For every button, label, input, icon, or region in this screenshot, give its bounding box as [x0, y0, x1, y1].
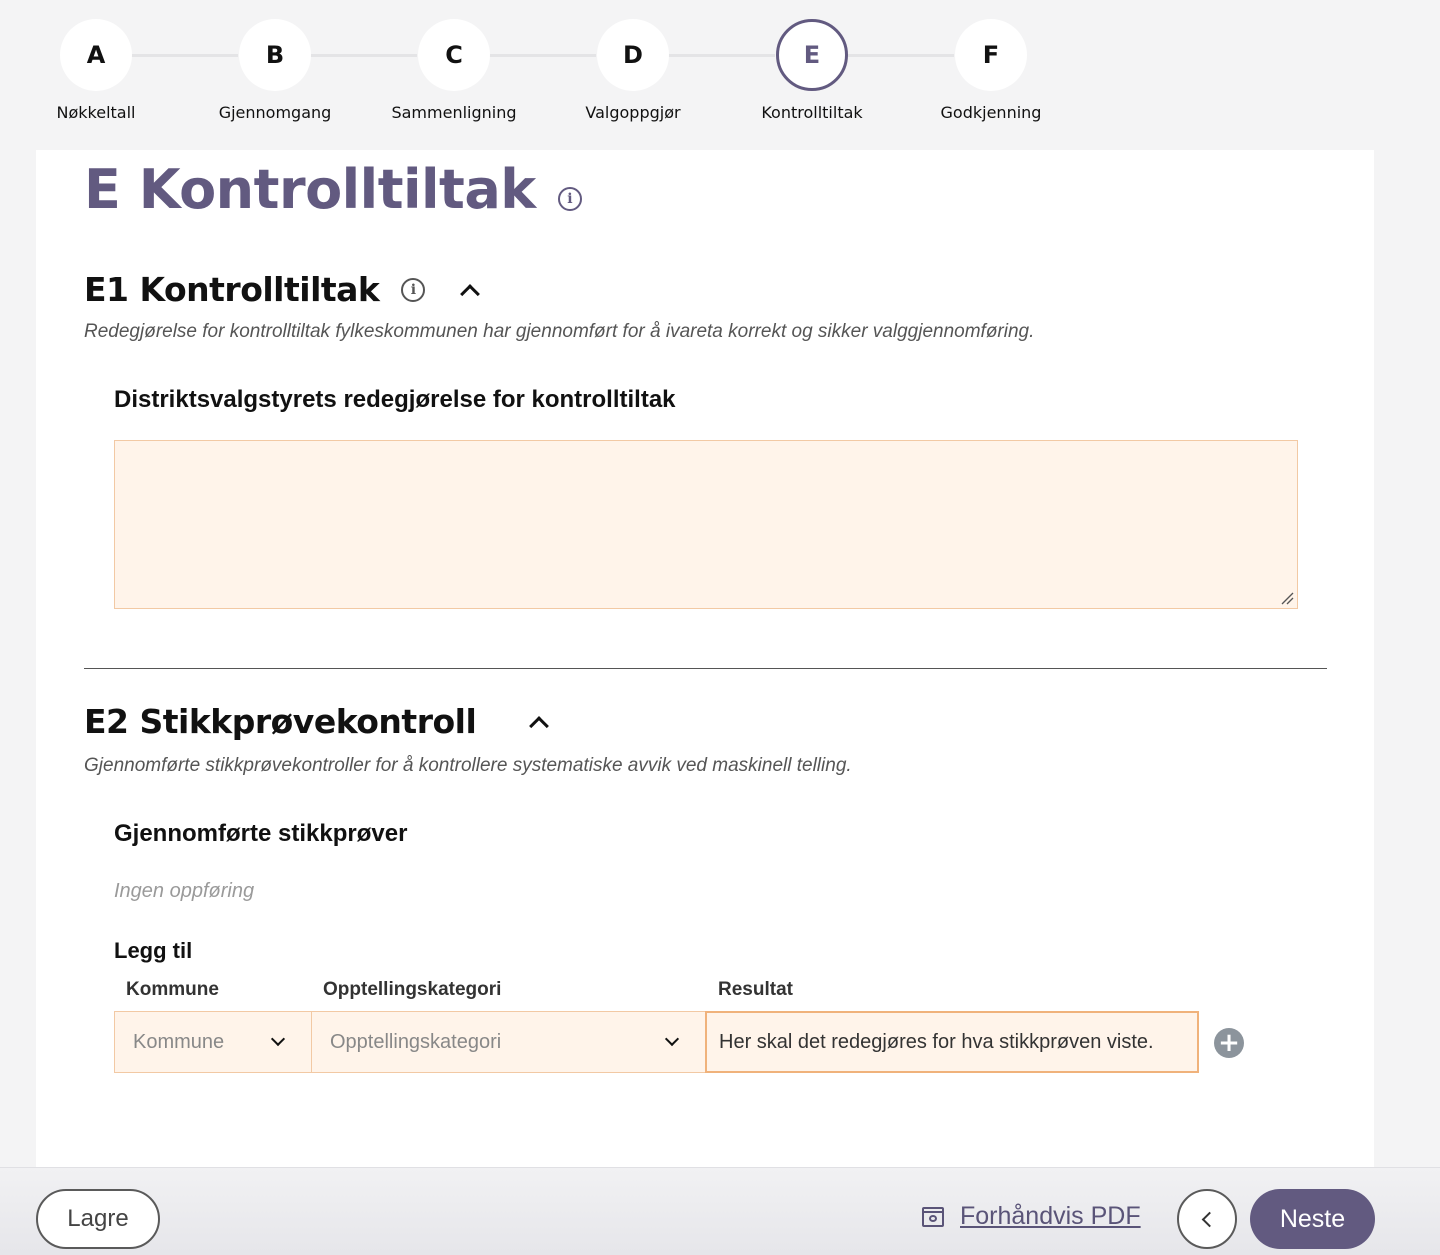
column-header-resultat: Resultat [718, 979, 793, 1000]
step-label: Sammenligning [391, 103, 517, 122]
step-label: Nøkkeltall [56, 103, 136, 122]
step-circle: A [60, 19, 132, 91]
section-e1-title: E1 Kontrolltiltak [84, 270, 380, 309]
step-label: Godkjenning [940, 103, 1042, 122]
chevron-down-icon [270, 1031, 286, 1047]
preview-pdf-link[interactable]: Forhåndvis PDF [922, 1202, 1141, 1231]
step-b[interactable]: B Gjennomgang [205, 19, 345, 122]
add-row-button[interactable]: + [1214, 1028, 1244, 1058]
step-label: Valgoppgjør [585, 103, 681, 122]
step-d[interactable]: D Valgoppgjør [563, 19, 703, 122]
info-icon[interactable]: i [401, 277, 426, 302]
column-header-kommune: Kommune [126, 979, 219, 1000]
section-e1-header: E1 Kontrolltiltak i [84, 270, 481, 309]
page-title-row: E Kontrolltiltak i [84, 158, 582, 221]
column-header-kategori: Opptellingskategori [323, 979, 502, 1000]
chevron-left-icon [1201, 1211, 1218, 1227]
section-e2-header: E2 Stikkprøvekontroll [84, 702, 550, 741]
step-circle-active: E [776, 19, 848, 91]
step-c[interactable]: C Sammenligning [384, 19, 524, 122]
info-icon[interactable]: i [557, 186, 582, 211]
page-title: E Kontrolltiltak [84, 158, 536, 221]
empty-state-text: Ingen oppføring [114, 880, 255, 902]
next-button[interactable]: Neste [1250, 1189, 1375, 1249]
section-e2-description: Gjennomførte stikkprøvekontroller for å … [84, 755, 852, 776]
step-label: Gjennomgang [218, 103, 332, 122]
kommune-select-value: Kommune [133, 1030, 225, 1053]
add-label: Legg til [114, 938, 193, 963]
step-circle: F [955, 19, 1027, 91]
kategori-select-value: Opptellingskategori [330, 1030, 502, 1053]
section-divider [84, 668, 1327, 669]
step-e[interactable]: E Kontrolltiltak [742, 19, 882, 122]
step-circle: D [597, 19, 669, 91]
section-e2-title: E2 Stikkprøvekontroll [84, 702, 477, 741]
kategori-select[interactable]: Opptellingskategori [311, 1011, 706, 1073]
resultat-input[interactable]: Her skal det redegjøres for hva stikkprø… [705, 1011, 1199, 1073]
resize-grip-icon[interactable] [1280, 591, 1294, 605]
content-card: E Kontrolltiltak i E1 Kontrolltiltak i R… [36, 150, 1374, 1170]
footer-bar: Lagre Forhåndvis PDF Neste [0, 1167, 1440, 1255]
kommune-select[interactable]: Kommune [114, 1011, 312, 1073]
preview-pdf-label: Forhåndvis PDF [960, 1202, 1141, 1230]
section-e1-description: Redegjørelse for kontrolltiltak fylkesko… [84, 321, 1035, 342]
step-f[interactable]: F Godkjenning [921, 19, 1061, 122]
back-button[interactable] [1177, 1189, 1237, 1249]
field-label: Distriktsvalgstyrets redegjørelse for ko… [114, 386, 676, 413]
list-label: Gjennomførte stikkprøver [114, 820, 408, 847]
kontrolltiltak-textarea[interactable] [114, 440, 1298, 609]
chevron-up-icon[interactable] [529, 715, 550, 736]
progress-stepper: A Nøkkeltall B Gjennomgang C Sammenligni… [0, 0, 1440, 150]
step-circle: C [418, 19, 490, 91]
save-button[interactable]: Lagre [36, 1189, 160, 1249]
preview-icon [922, 1206, 944, 1227]
step-a[interactable]: A Nøkkeltall [26, 19, 166, 122]
step-label: Kontrolltiltak [761, 103, 863, 122]
chevron-down-icon [664, 1031, 680, 1047]
step-circle: B [239, 19, 311, 91]
chevron-up-icon[interactable] [460, 283, 481, 304]
